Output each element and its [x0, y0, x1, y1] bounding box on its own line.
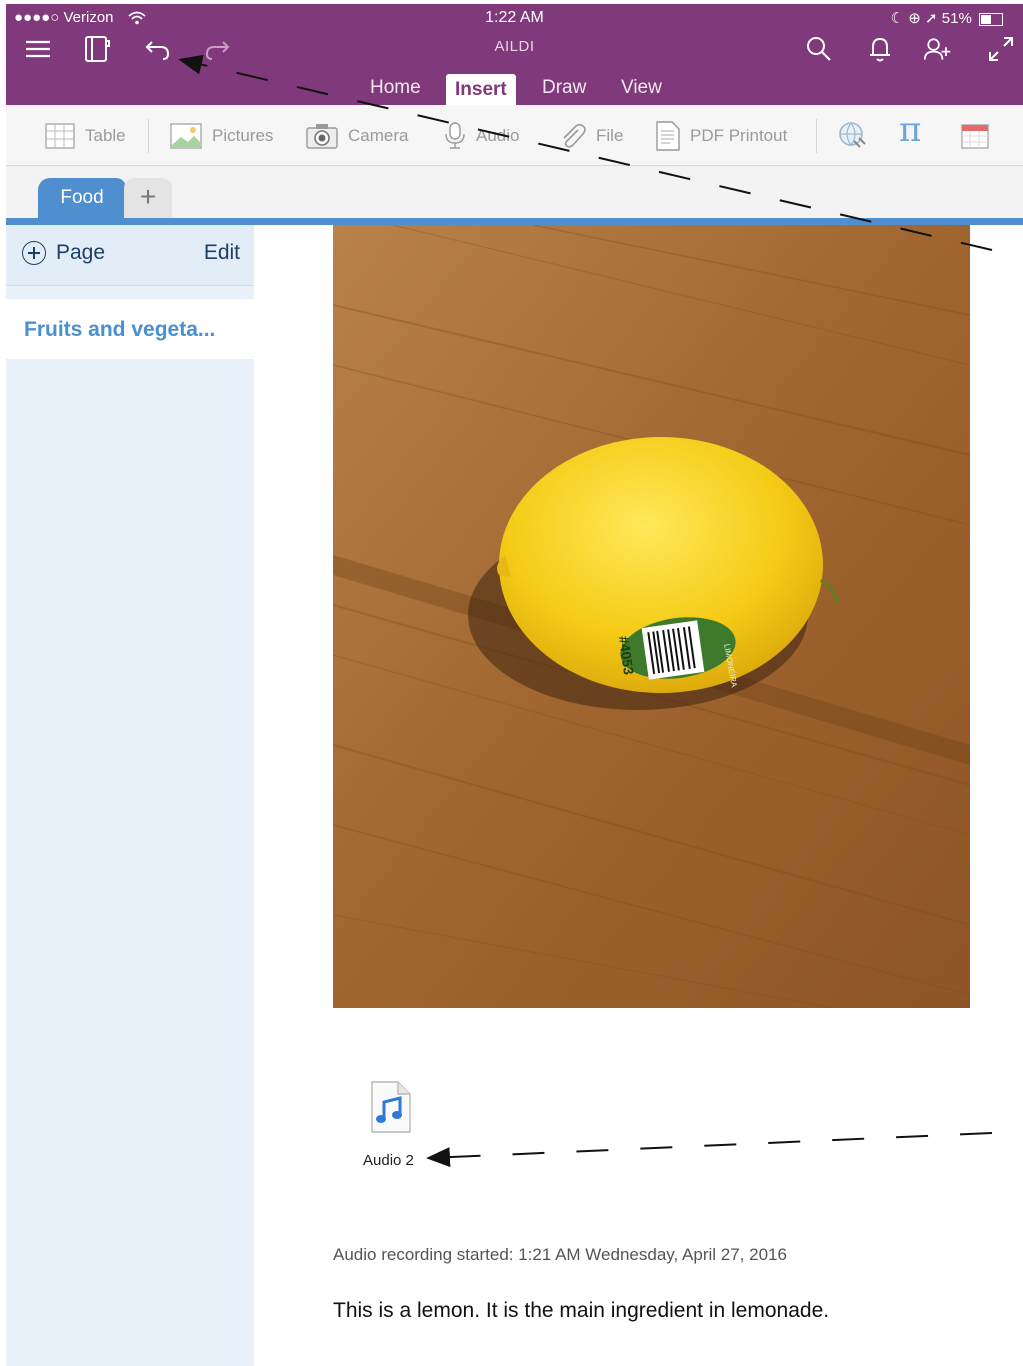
audio-recording-timestamp: Audio recording started: 1:21 AM Wednesd…	[333, 1245, 787, 1264]
add-circle-icon	[22, 241, 46, 265]
insert-audio-button[interactable]: Audio	[444, 121, 519, 151]
ribbon-divider	[148, 119, 149, 153]
calendar-icon	[961, 124, 989, 149]
undo-icon[interactable]	[143, 34, 173, 64]
audio-label: Audio	[476, 126, 520, 145]
pdf-printout-label: PDF Printout	[690, 126, 788, 145]
redo-icon[interactable]	[202, 34, 232, 64]
camera-icon	[306, 124, 338, 149]
pictures-label: Pictures	[212, 126, 274, 145]
pictures-icon	[170, 123, 202, 149]
insert-meeting-button[interactable]	[961, 121, 999, 151]
insert-ribbon: Table Pictures Camera Audio File PDF Pri…	[6, 105, 1023, 166]
tab-view[interactable]: View	[621, 77, 662, 99]
add-section-button[interactable]: +	[124, 178, 172, 218]
page-list-item[interactable]: Fruits and vegeta...	[6, 299, 254, 359]
search-icon[interactable]	[804, 34, 834, 64]
table-icon	[45, 123, 75, 149]
table-label: Table	[85, 126, 126, 145]
lemon-photo[interactable]: #4053 LIMONEIRA	[333, 225, 970, 1008]
add-page-label: Page	[56, 241, 106, 264]
insert-file-button[interactable]: File	[558, 121, 623, 151]
insert-link-button[interactable]	[838, 121, 878, 151]
menu-tabs: Home Insert Draw View	[6, 74, 1023, 105]
insert-table-button[interactable]: Table	[45, 121, 126, 151]
pdf-printout-icon	[656, 121, 680, 151]
microphone-icon	[445, 122, 465, 149]
clock: 1:22 AM	[485, 9, 544, 26]
section-color-strip	[6, 218, 1023, 225]
note-body-text[interactable]: This is a lemon. It is the main ingredie…	[333, 1299, 829, 1323]
globe-link-icon	[839, 122, 866, 148]
tab-insert[interactable]: Insert	[446, 74, 516, 105]
insert-pictures-button[interactable]: Pictures	[170, 121, 273, 151]
notebooks-icon[interactable]	[82, 34, 112, 64]
edit-pages-button[interactable]: Edit	[204, 241, 240, 265]
pages-sidebar: Page Edit Fruits and vegeta...	[6, 225, 254, 1366]
insert-camera-button[interactable]: Camera	[306, 121, 408, 151]
share-add-person-icon[interactable]	[923, 34, 953, 64]
insert-pdf-printout-button[interactable]: PDF Printout	[656, 121, 787, 151]
battery-percent: 51%	[941, 10, 972, 27]
ribbon-divider	[816, 119, 817, 153]
add-page-button[interactable]: Page	[22, 241, 105, 265]
audio-pointer-arrow	[426, 1132, 993, 1168]
file-label: File	[596, 126, 624, 145]
pages-header: Page Edit	[6, 225, 254, 286]
paperclip-icon	[563, 123, 586, 148]
audio-file-icon[interactable]	[368, 1080, 414, 1134]
moon-icon: ☾	[890, 10, 905, 27]
section-tabs-bar: Food +	[6, 166, 1023, 218]
tab-home[interactable]: Home	[370, 77, 421, 99]
hamburger-menu-icon[interactable]	[23, 34, 53, 64]
section-tab-food[interactable]: Food	[38, 178, 126, 218]
rotation-lock-icon: ⊕	[908, 10, 921, 27]
location-icon: ➚	[925, 10, 938, 27]
camera-label: Camera	[348, 126, 409, 145]
app-header: ●●●●○ Verizon 1:22 AM ☾ ⊕ ➚ 51% AILDI Ho…	[6, 4, 1023, 105]
audio-attachment-label[interactable]: Audio 2	[363, 1152, 414, 1169]
notification-bell-icon[interactable]	[865, 34, 895, 64]
battery-icon	[979, 12, 1003, 26]
page-title: Fruits and vegeta...	[24, 318, 216, 341]
equation-pi-icon[interactable]: π	[899, 110, 921, 150]
fullscreen-expand-icon[interactable]	[986, 34, 1016, 64]
tab-draw[interactable]: Draw	[542, 77, 586, 99]
status-right: ☾ ⊕ ➚ 51%	[891, 9, 1003, 27]
